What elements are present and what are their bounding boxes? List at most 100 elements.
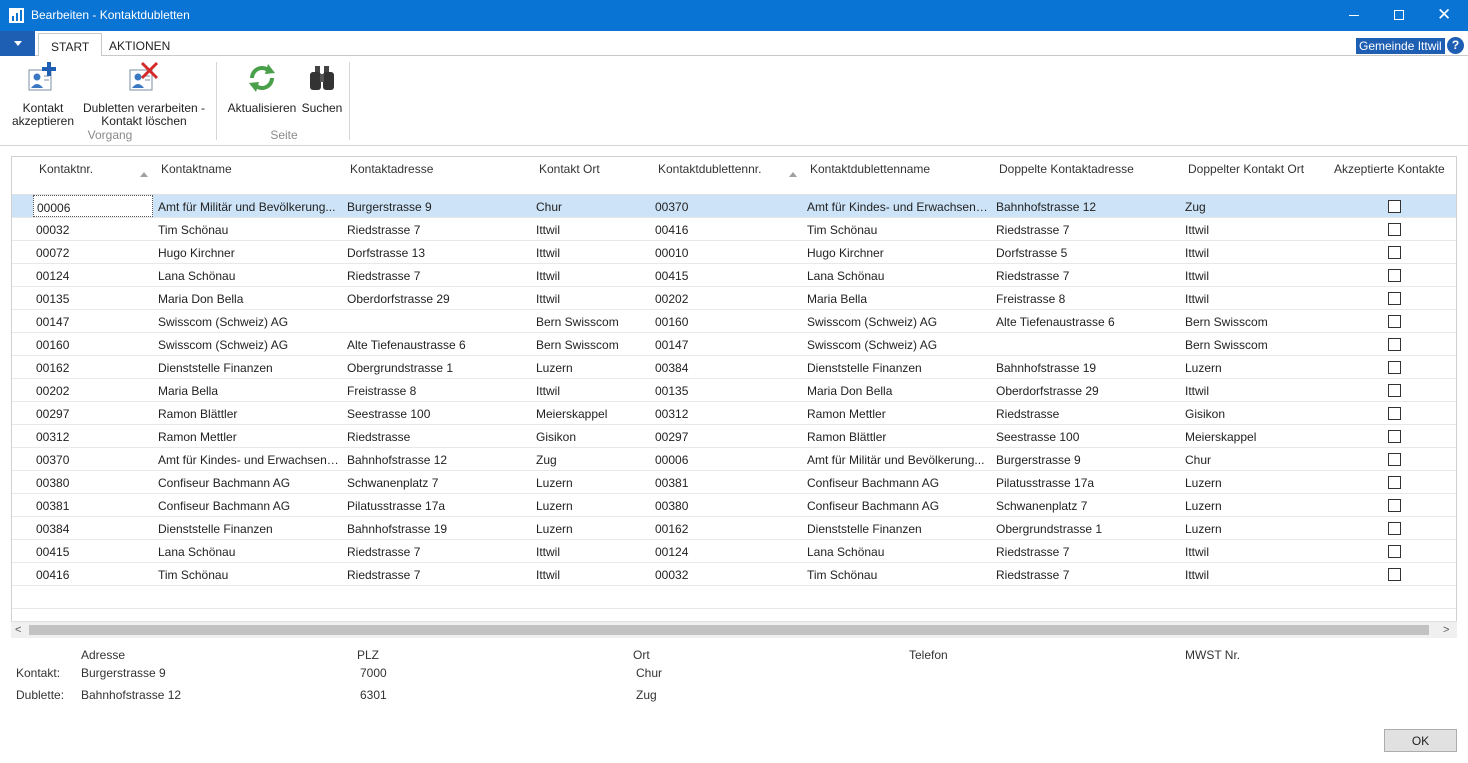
cell-kontakt-ort[interactable]: Ittwil [536, 269, 651, 283]
tab-start[interactable]: START [38, 33, 103, 57]
cell-kontaktnr[interactable]: 00415 [33, 540, 153, 562]
cell-kontaktdublettenname[interactable]: Tim Schönau [807, 223, 991, 237]
cell-doppelte-kontaktadresse[interactable]: Oberdorfstrasse 29 [996, 384, 1180, 398]
duplicates-grid[interactable]: Kontaktnr. Kontaktname Kontaktadresse Ko… [11, 156, 1457, 638]
cell-kontaktnr[interactable]: 00162 [33, 356, 153, 378]
table-row[interactable]: 00032 Tim Schönau Riedstrasse 7 Ittwil 00416… [12, 218, 1456, 241]
cell-kontaktnr[interactable]: 00006 [33, 195, 153, 217]
accepted-checkbox[interactable] [1388, 568, 1401, 581]
cell-kontaktname[interactable]: Tim Schönau [158, 223, 342, 237]
cell-kontaktname[interactable]: Lana Schönau [158, 269, 342, 283]
cell-doppelter-kontakt-ort[interactable]: Ittwil [1185, 384, 1325, 398]
cell-kontaktnr[interactable]: 00147 [33, 310, 153, 332]
table-row[interactable]: 00381 Confiseur Bachmann AG Pilatusstrasse… [12, 494, 1456, 517]
table-row[interactable]: 00384 Dienststelle Finanzen Bahnhofstrasse… [12, 517, 1456, 540]
cell-kontaktadresse[interactable]: Burgerstrasse 9 [347, 200, 531, 214]
table-row[interactable]: 00380 Confiseur Bachmann AG Schwanenplatz … [12, 471, 1456, 494]
cell-doppelter-kontakt-ort[interactable]: Ittwil [1185, 246, 1325, 260]
cell-kontaktdublettennr[interactable]: 00370 [655, 200, 803, 214]
cell-kontaktnr[interactable]: 00384 [33, 517, 153, 539]
cell-kontaktname[interactable]: Maria Don Bella [158, 292, 342, 306]
cell-kontaktadresse[interactable]: Alte Tiefenaustrasse 6 [347, 338, 531, 352]
cell-kontaktname[interactable]: Swisscom (Schweiz) AG [158, 315, 342, 329]
cell-kontaktdublettenname[interactable]: Maria Don Bella [807, 384, 991, 398]
accepted-checkbox[interactable] [1388, 545, 1401, 558]
cell-kontaktadresse[interactable]: Bahnhofstrasse 19 [347, 522, 531, 536]
cell-kontaktname[interactable]: Dienststelle Finanzen [158, 361, 342, 375]
process-duplicates-button[interactable]: Dubletten verarbeiten - Kontakt löschen [80, 60, 208, 128]
cell-kontaktadresse[interactable]: Freistrasse 8 [347, 384, 531, 398]
cell-kontaktadresse[interactable]: Riedstrasse 7 [347, 568, 531, 582]
cell-kontaktdublettennr[interactable]: 00135 [655, 384, 803, 398]
cell-doppelter-kontakt-ort[interactable]: Bern Swisscom [1185, 338, 1325, 352]
accepted-checkbox[interactable] [1388, 430, 1401, 443]
close-button[interactable]: ✕ [1421, 0, 1467, 31]
cell-kontaktadresse[interactable]: Riedstrasse [347, 430, 531, 444]
cell-doppelte-kontaktadresse[interactable]: Riedstrasse 7 [996, 269, 1180, 283]
cell-doppelter-kontakt-ort[interactable]: Ittwil [1185, 269, 1325, 283]
cell-kontakt-ort[interactable]: Luzern [536, 361, 651, 375]
cell-doppelte-kontaktadresse[interactable]: Riedstrasse [996, 407, 1180, 421]
cell-doppelter-kontakt-ort[interactable]: Bern Swisscom [1185, 315, 1325, 329]
cell-kontaktnr[interactable]: 00202 [33, 379, 153, 401]
accepted-checkbox[interactable] [1388, 407, 1401, 420]
cell-kontaktname[interactable]: Confiseur Bachmann AG [158, 476, 342, 490]
cell-kontaktname[interactable]: Swisscom (Schweiz) AG [158, 338, 342, 352]
cell-kontaktdublettenname[interactable]: Dienststelle Finanzen [807, 522, 991, 536]
scrollbar-thumb[interactable] [29, 625, 1429, 635]
cell-kontakt-ort[interactable]: Bern Swisscom [536, 315, 651, 329]
cell-doppelte-kontaktadresse[interactable]: Riedstrasse 7 [996, 545, 1180, 559]
cell-kontaktdublettennr[interactable]: 00010 [655, 246, 803, 260]
cell-doppelte-kontaktadresse[interactable]: Pilatusstrasse 17a [996, 476, 1180, 490]
table-row[interactable]: 00072 Hugo Kirchner Dorfstrasse 13 Ittwil 00… [12, 241, 1456, 264]
cell-kontaktname[interactable]: Ramon Mettler [158, 430, 342, 444]
cell-kontaktname[interactable]: Tim Schönau [158, 568, 342, 582]
cell-kontaktnr[interactable]: 00160 [33, 333, 153, 355]
accepted-checkbox[interactable] [1388, 522, 1401, 535]
cell-kontaktdublettenname[interactable]: Ramon Mettler [807, 407, 991, 421]
cell-doppelte-kontaktadresse[interactable]: Freistrasse 8 [996, 292, 1180, 306]
tab-aktionen[interactable]: AKTIONEN [97, 33, 182, 57]
cell-doppelter-kontakt-ort[interactable]: Ittwil [1185, 545, 1325, 559]
cell-kontaktdublettennr[interactable]: 00297 [655, 430, 803, 444]
table-row[interactable]: 00370 Amt für Kindes- und Erwachsene... Ba… [12, 448, 1456, 471]
cell-kontaktname[interactable]: Ramon Blättler [158, 407, 342, 421]
cell-kontaktnr[interactable]: 00370 [33, 448, 153, 470]
column-header-kontaktdublettennr[interactable]: Kontaktdublettennr. [658, 162, 761, 176]
table-row[interactable]: 00202 Maria Bella Freistrasse 8 Ittwil 00135… [12, 379, 1456, 402]
horizontal-scrollbar[interactable]: < > [11, 621, 1457, 638]
table-row[interactable]: 00160 Swisscom (Schweiz) AG Alte Tiefenaus… [12, 333, 1456, 356]
help-icon[interactable]: ? [1447, 37, 1464, 54]
cell-kontakt-ort[interactable]: Meierskappel [536, 407, 651, 421]
cell-doppelte-kontaktadresse[interactable]: Bahnhofstrasse 12 [996, 200, 1180, 214]
cell-kontaktnr[interactable]: 00135 [33, 287, 153, 309]
cell-doppelte-kontaktadresse[interactable]: Bahnhofstrasse 19 [996, 361, 1180, 375]
cell-kontaktnr[interactable]: 00297 [33, 402, 153, 424]
cell-kontaktadresse[interactable]: Seestrasse 100 [347, 407, 531, 421]
accepted-checkbox[interactable] [1388, 223, 1401, 236]
cell-kontaktdublettenname[interactable]: Lana Schönau [807, 269, 991, 283]
accepted-checkbox[interactable] [1388, 315, 1401, 328]
cell-kontaktadresse[interactable]: Schwanenplatz 7 [347, 476, 531, 490]
cell-kontaktdublettennr[interactable]: 00384 [655, 361, 803, 375]
cell-doppelter-kontakt-ort[interactable]: Luzern [1185, 522, 1325, 536]
search-button[interactable]: Suchen [300, 60, 344, 115]
cell-kontaktdublettenname[interactable]: Dienststelle Finanzen [807, 361, 991, 375]
cell-doppelte-kontaktadresse[interactable]: Alte Tiefenaustrasse 6 [996, 315, 1180, 329]
cell-kontaktadresse[interactable]: Riedstrasse 7 [347, 269, 531, 283]
cell-kontakt-ort[interactable]: Gisikon [536, 430, 651, 444]
cell-kontaktdublettenname[interactable]: Swisscom (Schweiz) AG [807, 338, 991, 352]
cell-kontaktnr[interactable]: 00381 [33, 494, 153, 516]
cell-doppelter-kontakt-ort[interactable]: Zug [1185, 200, 1325, 214]
cell-kontaktdublettennr[interactable]: 00202 [655, 292, 803, 306]
cell-kontaktadresse[interactable]: Riedstrasse 7 [347, 545, 531, 559]
cell-doppelter-kontakt-ort[interactable]: Luzern [1185, 361, 1325, 375]
column-header-kontaktdublettenname[interactable]: Kontaktdublettenname [810, 162, 930, 176]
column-header-kontakt-ort[interactable]: Kontakt Ort [539, 162, 600, 176]
cell-kontaktadresse[interactable]: Oberdorfstrasse 29 [347, 292, 531, 306]
cell-kontaktadresse[interactable]: Dorfstrasse 13 [347, 246, 531, 260]
cell-kontaktnr[interactable]: 00032 [33, 218, 153, 240]
cell-kontaktname[interactable]: Hugo Kirchner [158, 246, 342, 260]
cell-kontaktdublettenname[interactable]: Swisscom (Schweiz) AG [807, 315, 991, 329]
cell-kontaktdublettennr[interactable]: 00380 [655, 499, 803, 513]
